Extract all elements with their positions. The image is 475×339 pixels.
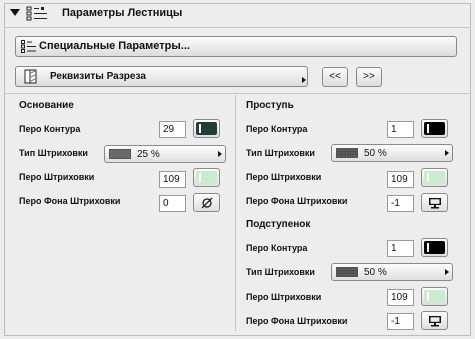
- tread-fill-pen-field[interactable]: 109: [387, 171, 414, 188]
- riser-fill-pen-button[interactable]: [421, 287, 448, 306]
- base-title: Основание: [19, 100, 74, 111]
- prev-button[interactable]: <<: [322, 67, 348, 87]
- riser-contour-pen-label: Перо Контура: [246, 243, 308, 253]
- tread-fill-type-popup[interactable]: 50 %: [331, 144, 453, 162]
- tread-contour-pen-button[interactable]: [421, 119, 448, 138]
- fill-pattern-icon: [336, 148, 358, 158]
- next-button[interactable]: >>: [356, 67, 382, 87]
- base-fill-type-popup[interactable]: 25 %: [104, 145, 226, 163]
- base-fill-pen-field[interactable]: 109: [159, 171, 186, 188]
- tread-contour-pen-label: Перо Контура: [246, 124, 308, 134]
- riser-fill-percent: 50 %: [364, 267, 387, 278]
- popup-arrow-icon: [445, 269, 449, 275]
- riser-fill-pen-field[interactable]: 109: [387, 289, 414, 306]
- pen-weight-bar: [427, 243, 429, 252]
- popup-arrow-icon: [445, 150, 449, 156]
- riser-fill-type-label: Тип Штриховки: [246, 267, 315, 277]
- pen-weight-bar: [427, 292, 429, 301]
- monitor-icon: [429, 316, 441, 327]
- tread-contour-pen-field[interactable]: 1: [387, 121, 414, 138]
- riser-fill-bg-pen-label: Перо Фона Штриховки: [246, 316, 348, 326]
- base-contour-pen-button[interactable]: [193, 119, 220, 138]
- panel-header[interactable]: Параметры Лестницы: [10, 6, 460, 22]
- section-icon: [24, 69, 37, 84]
- stair-settings-icon: [26, 6, 47, 21]
- collapse-triangle-icon[interactable]: [10, 9, 20, 16]
- pen-weight-bar: [199, 124, 201, 133]
- tread-title: Проступь: [246, 100, 294, 111]
- panel-title: Параметры Лестницы: [62, 7, 183, 19]
- special-parameters-button[interactable]: Специальные Параметры...: [15, 36, 457, 57]
- tread-fill-bg-pen-button[interactable]: [421, 193, 448, 212]
- header-divider: [4, 27, 471, 28]
- section-properties-label: Реквизиты Разреза: [50, 71, 146, 82]
- base-fill-bg-pen-button[interactable]: [193, 193, 220, 212]
- null-pen-icon: [201, 197, 213, 209]
- base-fill-pen-label: Перо Штриховки: [19, 172, 95, 182]
- tread-fill-bg-pen-label: Перо Фона Штриховки: [246, 196, 348, 206]
- monitor-icon: [429, 198, 441, 209]
- riser-contour-pen-button[interactable]: [421, 238, 448, 257]
- stair-settings-icon: [21, 40, 36, 53]
- popup-arrow-icon: [302, 77, 306, 83]
- base-fill-percent: 25 %: [137, 149, 160, 160]
- section-divider: [4, 93, 471, 94]
- tread-fill-type-label: Тип Штриховки: [246, 148, 315, 158]
- fill-pattern-icon: [336, 267, 358, 277]
- pen-weight-bar: [427, 124, 429, 133]
- tread-fill-pen-label: Перо Штриховки: [246, 172, 322, 182]
- section-properties-popup[interactable]: Реквизиты Разреза: [15, 66, 308, 87]
- riser-fill-bg-pen-field[interactable]: -1: [387, 313, 414, 330]
- special-parameters-label: Специальные Параметры...: [39, 40, 190, 52]
- base-contour-pen-label: Перо Контура: [19, 124, 81, 134]
- pen-weight-bar: [199, 173, 201, 182]
- base-fill-type-label: Тип Штриховки: [19, 148, 88, 158]
- base-fill-bg-pen-label: Перо Фона Штриховки: [19, 196, 121, 206]
- riser-fill-pen-label: Перо Штриховки: [246, 292, 322, 302]
- riser-title: Подступенок: [246, 219, 311, 230]
- base-fill-bg-pen-field[interactable]: 0: [159, 195, 186, 212]
- tread-fill-pen-button[interactable]: [421, 168, 448, 187]
- popup-arrow-icon: [218, 151, 222, 157]
- riser-contour-pen-field[interactable]: 1: [387, 240, 414, 257]
- column-divider: [235, 95, 236, 331]
- riser-fill-bg-pen-button[interactable]: [421, 311, 448, 330]
- tread-fill-percent: 50 %: [364, 148, 387, 159]
- fill-pattern-icon: [109, 149, 131, 159]
- base-fill-pen-button[interactable]: [193, 168, 220, 187]
- pen-weight-bar: [427, 173, 429, 182]
- base-contour-pen-field[interactable]: 29: [159, 121, 186, 138]
- tread-fill-bg-pen-field[interactable]: -1: [387, 195, 414, 212]
- riser-fill-type-popup[interactable]: 50 %: [331, 263, 453, 281]
